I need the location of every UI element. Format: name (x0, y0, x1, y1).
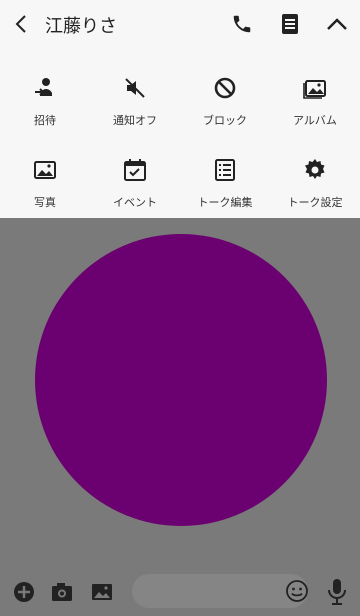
menu-item-label: イベント (113, 196, 157, 209)
emoji-icon[interactable] (285, 579, 309, 603)
message-input[interactable] (132, 574, 308, 608)
menu-item-mute[interactable]: 通知オフ (90, 60, 180, 130)
gear-icon (305, 159, 325, 179)
chevron-up-icon[interactable] (326, 15, 348, 33)
edit-list-icon (215, 159, 235, 181)
block-icon (214, 77, 236, 99)
menu-item-label: 通知オフ (113, 114, 157, 127)
menu-item-album[interactable]: アルバム (270, 60, 360, 130)
photo-icon (34, 161, 56, 179)
plus-icon[interactable] (12, 580, 36, 604)
menu-item-label: ブロック (203, 114, 247, 127)
back-arrow-icon[interactable] (12, 14, 32, 34)
image-icon[interactable] (90, 580, 114, 604)
menu-item-talk-settings[interactable]: トーク設定 (270, 142, 360, 212)
mute-icon (125, 78, 145, 98)
menu-item-label: トーク編集 (197, 196, 253, 209)
calendar-icon (124, 159, 146, 181)
menu-item-label: 写真 (34, 196, 56, 209)
album-icon (303, 80, 326, 99)
menu-item-invite[interactable]: 招待 (0, 60, 90, 130)
microphone-icon[interactable] (326, 578, 348, 606)
menu-item-label: トーク設定 (287, 196, 343, 209)
chat-title: 江藤りさ (45, 16, 117, 37)
chat-header: 江藤りさ (0, 0, 360, 48)
purple-circle-graphic (35, 234, 327, 526)
notes-icon[interactable] (281, 13, 299, 35)
camera-icon[interactable] (50, 580, 74, 604)
menu-item-event[interactable]: イベント (90, 142, 180, 212)
add-friend-icon (35, 78, 52, 96)
menu-item-edit-talk[interactable]: トーク編集 (180, 142, 270, 212)
menu-item-block[interactable]: ブロック (180, 60, 270, 130)
phone-icon[interactable] (231, 13, 253, 35)
menu-item-label: 招待 (34, 114, 56, 127)
menu-item-label: アルバム (293, 114, 337, 127)
menu-item-photo[interactable]: 写真 (0, 142, 90, 212)
chat-menu: 招待 通知オフ ブロック アルバム 写真 イベント トーク編集 トーク設定 (0, 48, 360, 218)
